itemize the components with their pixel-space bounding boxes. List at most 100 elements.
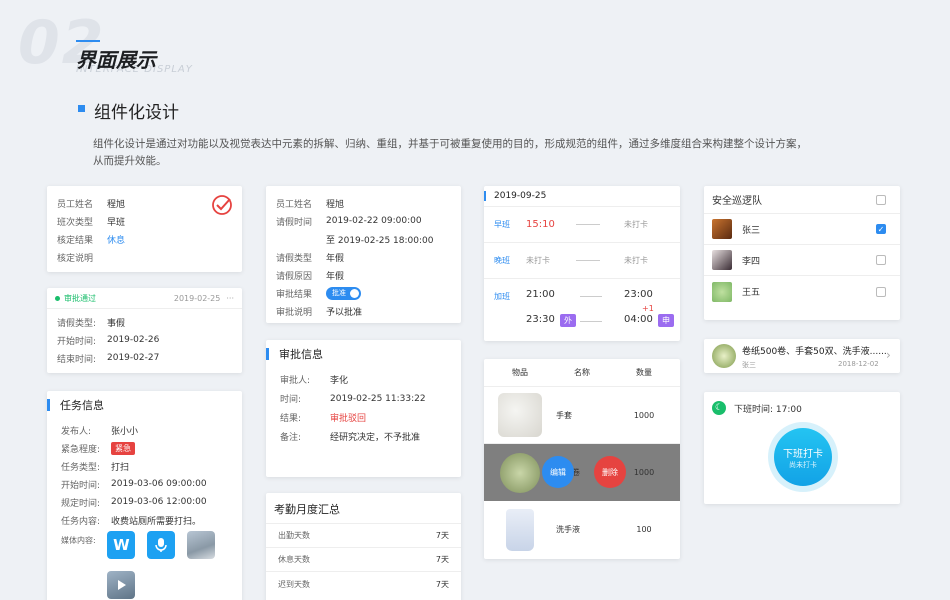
field-label: 核定说明 (57, 253, 94, 264)
time-connector (580, 296, 602, 297)
field-label: 时间: (280, 395, 302, 405)
summary-row: 迟到天数 7天 (266, 572, 461, 596)
clock-out-button[interactable]: 下班打卡 尚未打卡 (774, 428, 832, 486)
field-value: 年假 (326, 271, 345, 282)
leave-request-card: 员工姓名 程旭 请假时间 2019-02-22 09:00:00 至 2019-02… (266, 186, 461, 323)
clock-in-time: 未打卡 (526, 256, 550, 265)
request-date: 2018-12-02 (838, 360, 879, 368)
member-checkbox[interactable] (876, 286, 886, 297)
member-row[interactable]: 李四 (704, 245, 900, 276)
image-thumbnail-icon[interactable] (187, 531, 216, 559)
more-icon[interactable]: ··· (226, 294, 234, 303)
table-row[interactable]: 洗手液 100 (484, 501, 680, 558)
clock-out-time: 04:00 (624, 314, 653, 325)
member-name: 李四 (742, 256, 761, 267)
field-label: 请假类型 (276, 253, 313, 264)
time-connector (576, 224, 600, 225)
field-value: 程旭 (326, 199, 345, 210)
approved-check-icon (212, 195, 232, 215)
clock-out-time: 未打卡 (624, 256, 648, 265)
field-label: 任务类型: (61, 462, 101, 473)
field-label: 发布人: (61, 426, 92, 437)
clock-out-card: ☾ 下班时间: 17:00 下班打卡 尚未打卡 (704, 392, 900, 504)
video-thumbnail-icon[interactable] (107, 571, 136, 599)
summary-row: 出勤天数 7天 (266, 524, 461, 548)
component-description: 组件化设计是通过对功能以及视觉表达中元素的拆解、归纳、重组，并基于可被重复使用的… (93, 138, 807, 167)
field-value: 李化 (330, 376, 349, 386)
toggle-label: 批准 (332, 289, 346, 297)
leave-status-card[interactable]: 审批通过 2019-02-25 ··· 请假类型: 事假 开始时间: 2019-02… (47, 288, 242, 373)
member-name: 王五 (742, 288, 761, 298)
overtime-row: 加班 21:00 23:00 23:30 外 +1 04:00 申 (484, 279, 680, 339)
audio-microphone-icon[interactable] (147, 531, 176, 559)
clock-out-time: 未打卡 (624, 220, 648, 229)
moon-icon: ☾ (712, 401, 726, 415)
field-label: 审批人: (280, 376, 311, 386)
member-checkbox[interactable] (876, 255, 886, 265)
clock-out-label: 下班打卡 (783, 448, 823, 460)
field-value: 予以批准 (326, 307, 363, 318)
select-all-checkbox[interactable] (876, 194, 886, 205)
team-header: 安全巡逻队 (704, 186, 900, 214)
status-text: 审批通过 (64, 293, 96, 303)
team-title: 安全巡逻队 (712, 196, 762, 207)
field-label: 媒体内容: (61, 536, 96, 545)
status-date: 2019-02-25 (173, 293, 221, 303)
card-title-text: 审批信息 (279, 348, 323, 361)
clock-out-status: 尚未打卡 (789, 460, 817, 469)
reject-result: 审批驳回 (330, 414, 367, 424)
request-list-item[interactable]: 卷纸500卷、手套50双、洗手液...... 张三 2018-12-02 › (704, 339, 900, 373)
card-title: 审批信息 (266, 340, 461, 368)
member-row[interactable]: 张三 ✓ (704, 214, 900, 245)
item-name: 手套 (556, 410, 572, 420)
field-value: 经研究决定，不予批准 (330, 433, 421, 443)
field-label: 审批说明 (276, 307, 313, 318)
field-value: 程旭 (107, 199, 126, 210)
delete-button[interactable]: 删除 (594, 456, 626, 488)
member-checkbox[interactable]: ✓ (876, 224, 886, 234)
field-value: 打扫 (111, 462, 130, 473)
attendance-summary-card: 考勤月度汇总 出勤天数 7天 休息天数 7天 迟到天数 7天 (266, 493, 461, 600)
field-value: 2019-03-06 12:00:00 (111, 497, 207, 507)
member-row[interactable]: 王五 (704, 276, 900, 307)
table-row-selected[interactable]: 卫生卷 1000 编辑 删除 (484, 444, 680, 501)
field-value: 2019-02-26 (107, 335, 160, 345)
heading-marker (78, 105, 85, 112)
off-work-time: ☾ 下班时间: 17:00 (704, 392, 900, 424)
edit-button[interactable]: 编辑 (542, 456, 574, 488)
field-label: 备注: (280, 433, 302, 443)
clock-schedule-card: 2019-09-25 早班 15:10 未打卡 晚班 未打卡 未打卡 加班 21… (484, 186, 680, 341)
word-doc-icon[interactable]: W (107, 531, 136, 559)
clock-in-time: 23:30 (526, 314, 555, 325)
field-label: 结果: (280, 414, 302, 424)
apply-badge: 申 (658, 314, 674, 327)
shift-name: 晚班 (494, 256, 510, 265)
field-label: 开始时间: (57, 336, 97, 347)
schedule-date: 2019-09-25 (484, 186, 680, 206)
field-label: 紧急程度: (61, 444, 101, 455)
summary-label: 出勤天数 (278, 531, 310, 540)
hand-soap-image (484, 508, 556, 551)
field-label: 规定时间: (61, 498, 101, 509)
item-qty: 1000 (633, 410, 655, 420)
component-heading: 组件化设计 (94, 103, 179, 123)
summary-row: 休息天数 7天 (266, 548, 461, 572)
field-value: 2019-02-27 (107, 353, 160, 363)
summary-value: 7天 (435, 555, 449, 564)
avatar (712, 281, 732, 302)
urgency-badge: 紧急 (111, 441, 135, 455)
field-value: 年假 (326, 253, 345, 264)
gloves-image (484, 393, 556, 437)
shift-name: 早班 (494, 220, 510, 229)
schedule-date-text: 2019-09-25 (494, 191, 547, 201)
card-title-text: 任务信息 (60, 399, 104, 412)
outside-badge: 外 (560, 314, 576, 327)
time-connector (576, 260, 600, 261)
table-row[interactable]: 手套 1000 (484, 387, 680, 444)
field-label: 开始时间: (61, 480, 101, 491)
request-owner: 张三 (742, 361, 756, 369)
approve-toggle[interactable]: 批准 (326, 286, 361, 300)
summary-label: 迟到天数 (278, 579, 310, 589)
field-value: 收费站厕所需要打扫。 (111, 516, 202, 527)
avatar (712, 250, 732, 270)
